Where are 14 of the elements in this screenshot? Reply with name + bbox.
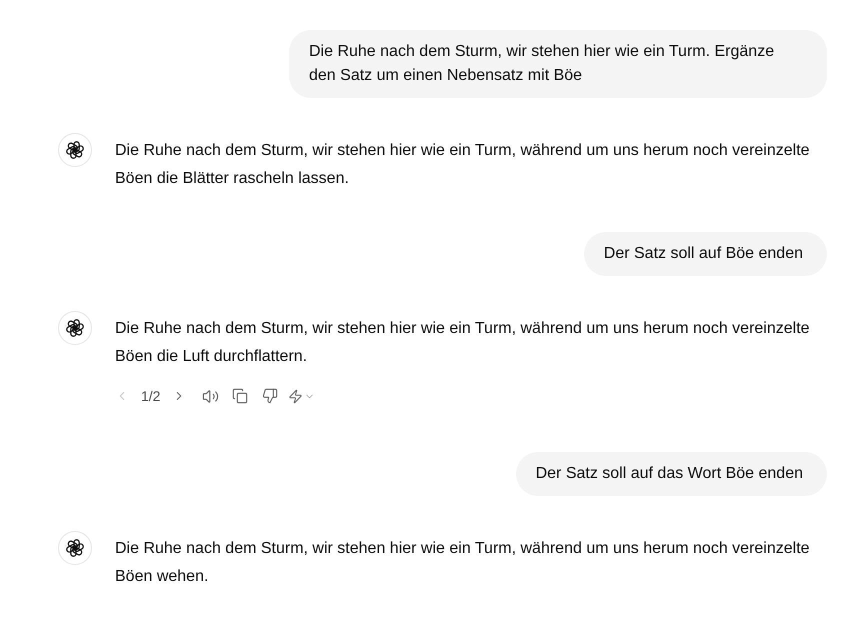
- assistant-message-text: Die Ruhe nach dem Sturm, wir stehen hier wie ein Turm, während um uns herum noch vereinzelte Böen die Blätter rascheln lassen.: [115, 141, 811, 189]
- lightning-icon: [288, 388, 304, 404]
- assistant-message-text: Die Ruhe nach dem Sturm, wir stehen hier wie ein Turm, während um uns herum noch vereinzelte Böen wehen.: [115, 539, 811, 587]
- user-message-bubble: Der Satz soll auf Böe enden: [584, 232, 827, 276]
- thumbs-down-icon: [262, 388, 278, 404]
- knot-avatar-icon: [58, 311, 92, 345]
- user-message-bubble: Die Ruhe nach dem Sturm, wir stehen hier wie ein Turm. Ergänze den Satz um einen Nebensatz mit Böe: [289, 30, 827, 98]
- user-message-bubble: Der Satz soll auf das Wort Böe enden: [516, 452, 827, 496]
- knot-avatar-icon: [58, 531, 92, 565]
- speaker-icon: [202, 388, 219, 404]
- pager-count: 1/2: [141, 386, 160, 406]
- assistant-message-text: Die Ruhe nach dem Sturm, wir stehen hier wie ein Turm, während um uns herum noch vereinzelte Böen die Luft durchflattern.: [115, 319, 811, 367]
- knot-avatar-icon: [58, 133, 92, 167]
- copy-icon: [232, 388, 248, 404]
